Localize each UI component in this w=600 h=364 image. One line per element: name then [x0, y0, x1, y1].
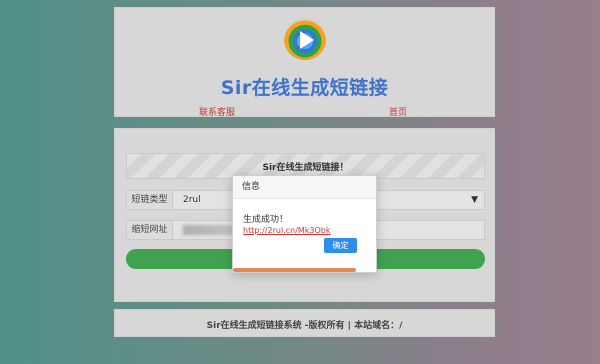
play-logo-icon: [284, 18, 326, 60]
footer: Sir在线生成短链接系统 -版权所有 | 本站域名：/: [114, 309, 495, 337]
customer-service-link[interactable]: 联系客服: [199, 105, 235, 118]
modal-progress-bar: [233, 268, 357, 272]
modal-message: 生成成功！: [243, 215, 289, 225]
footer-text: Sir在线生成短链接系统 -版权所有 | 本站域名：/: [206, 321, 403, 331]
form-banner-title: Sir在线生成短链接！: [262, 163, 349, 173]
site-title: Sir在线生成短链接: [220, 77, 389, 99]
home-link[interactable]: 首页: [389, 105, 407, 118]
generated-short-link[interactable]: http://2rul.cn/Mk3Obk: [243, 226, 331, 235]
shortlink-type-label: 短链类型: [127, 191, 173, 209]
info-modal: 信息 生成成功！ http://2rul.cn/Mk3Obk 确定: [232, 175, 377, 273]
shortlink-type-value: 2rul: [183, 195, 201, 205]
confirm-button[interactable]: 确定: [324, 238, 357, 253]
chevron-down-icon: ▼: [471, 195, 478, 205]
header-card: Sir在线生成短链接 联系客服 首页: [114, 7, 495, 118]
modal-title: 信息: [233, 176, 376, 199]
url-label: 缩短网址: [127, 221, 173, 239]
